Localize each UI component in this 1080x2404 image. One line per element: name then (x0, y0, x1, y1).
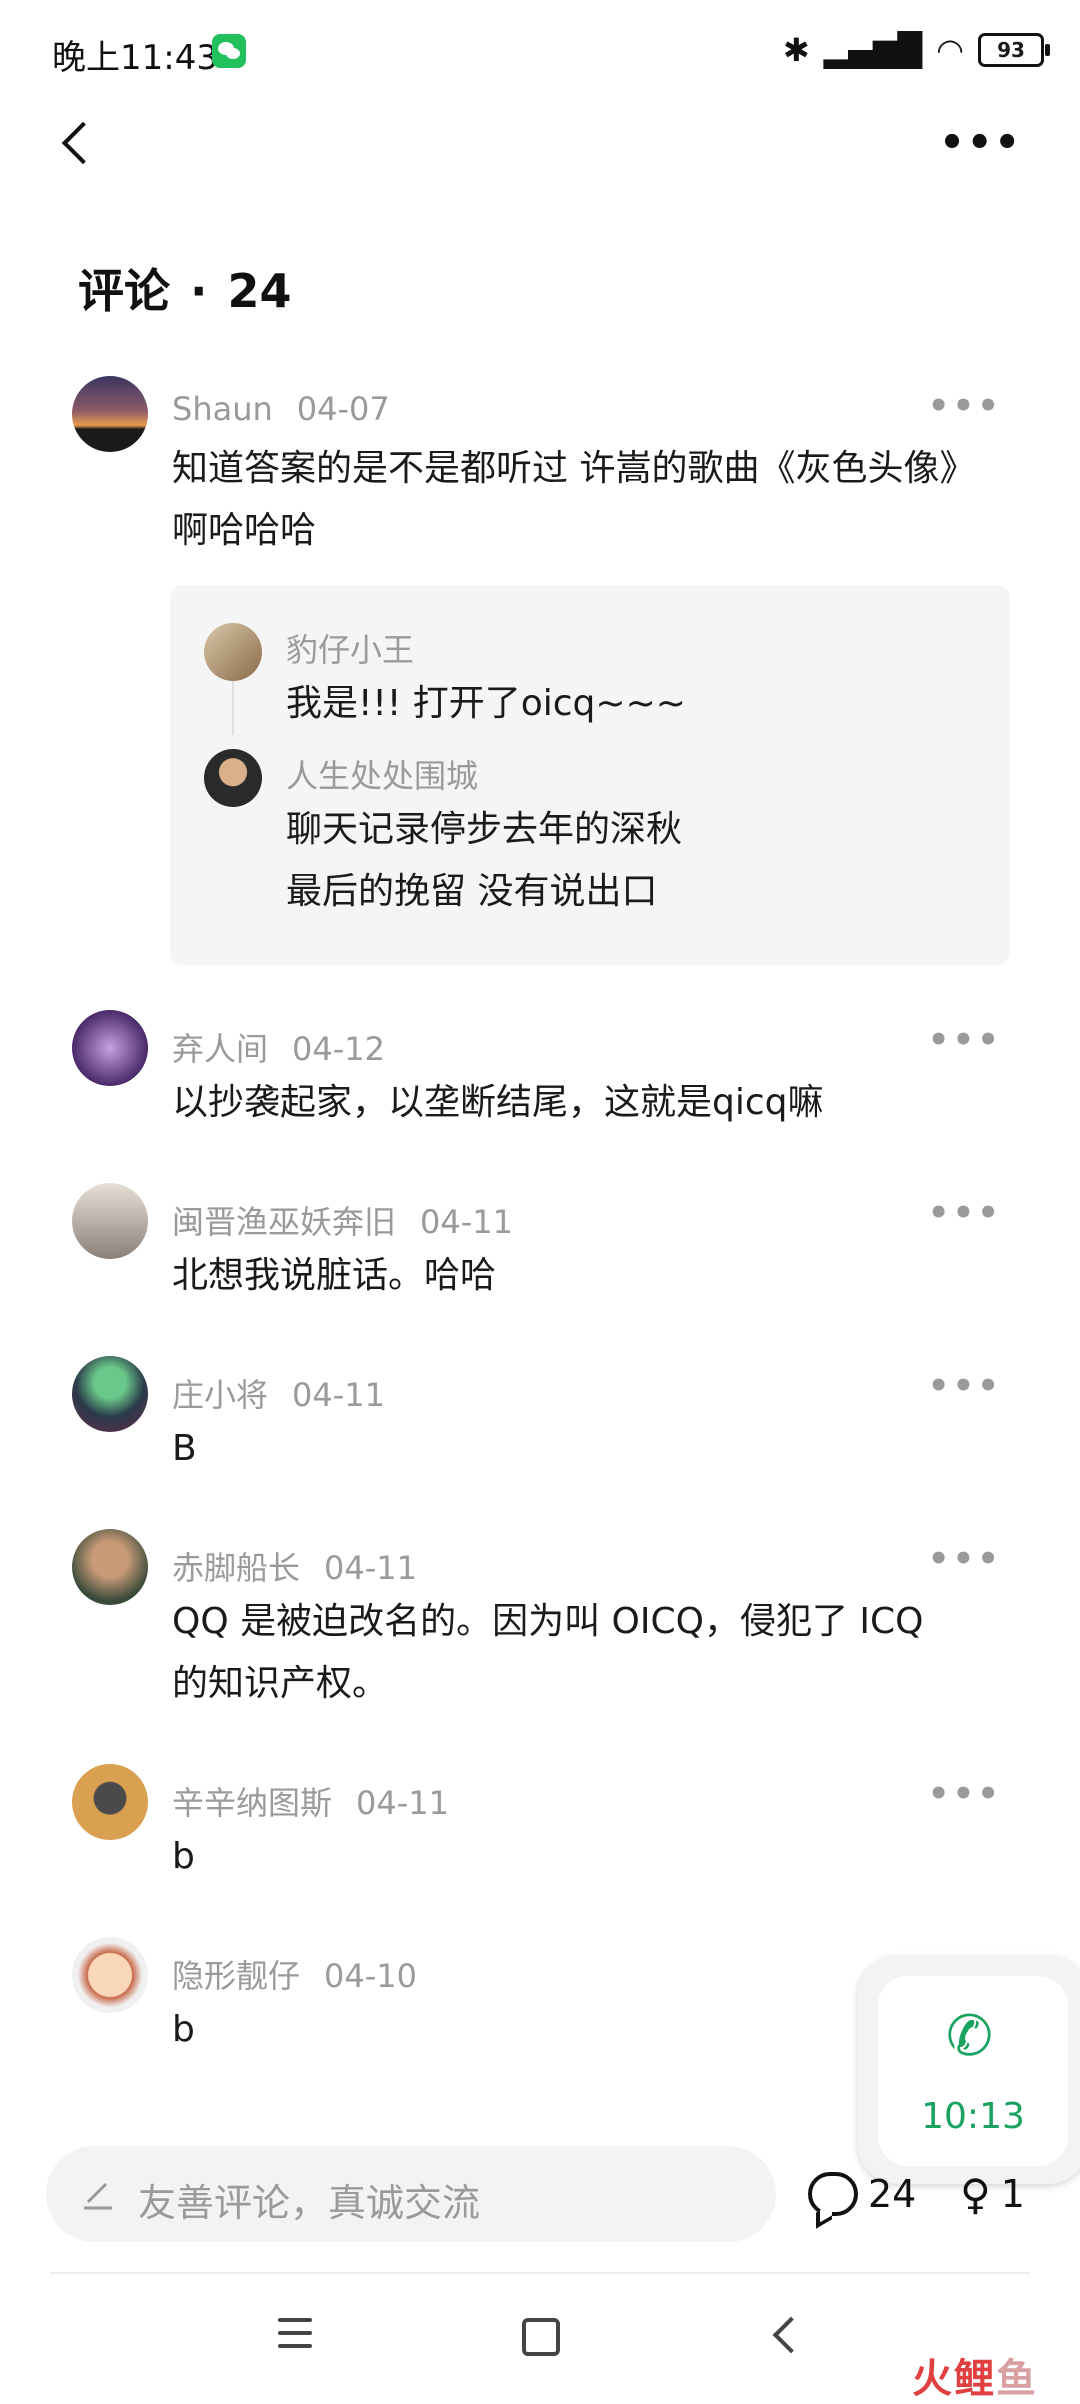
comment-user[interactable]: Shaun (172, 390, 273, 428)
reply-user[interactable]: 豹仔小王 (286, 625, 414, 671)
comment-date: 04-07 (296, 390, 390, 428)
lightbulb-icon: ♀ (960, 2169, 991, 2219)
comment-meta: 闽晋渔巫妖奔旧 04-11 (172, 1197, 513, 1243)
comments-count: 24 (227, 264, 292, 318)
comment-date: 04-11 (356, 1784, 449, 1822)
back-button[interactable] (54, 118, 105, 178)
comment-user[interactable]: 闽晋渔巫妖奔旧 (172, 1203, 396, 1241)
avatar[interactable] (72, 376, 148, 452)
wifi-icon: ◠ (936, 31, 964, 69)
more-options-button[interactable]: ••• (939, 123, 1022, 163)
bottom-divider (50, 2272, 1030, 2274)
like-button[interactable]: ♀ 1 (960, 2164, 1025, 2224)
status-time: 晚上11:43 (52, 38, 218, 78)
comment-date: 04-10 (324, 1957, 417, 1995)
comment-user[interactable]: 弃人间 (172, 1030, 268, 1068)
back-arrow-icon (61, 121, 105, 165)
comments-title: 评论 (78, 264, 170, 318)
comment-more-button[interactable]: ••• (928, 1539, 1002, 1579)
nav-recents-button[interactable] (278, 2318, 312, 2352)
comment-text: QQ 是被迫改名的。因为叫 OICQ，侵犯了 ICQ 的知识产权。 (172, 1601, 924, 1704)
comment-text: 以抄袭起家，以垄断结尾，这就是qicq嘛 (172, 1082, 824, 1123)
phone-icon: ✆ (946, 2004, 993, 2069)
comment-more-button[interactable]: ••• (928, 1366, 1002, 1406)
comment-user[interactable]: 赤脚船长 (172, 1549, 300, 1587)
comment-text: B (172, 1428, 197, 1469)
call-widget-inner: ✆ 10:13 (878, 1976, 1068, 2166)
comment-date: 04-12 (292, 1030, 385, 1068)
comment-meta: 隐形靓仔 04-10 (172, 1951, 417, 1997)
reply-text: 我是!!! 打开了oicq~~~ (286, 683, 686, 724)
avatar[interactable] (204, 623, 262, 681)
comment-input[interactable]: 友善评论，真诚交流 (46, 2146, 776, 2242)
comment-date: 04-11 (292, 1376, 385, 1414)
comment-count-label: 24 (868, 2172, 917, 2216)
comment-text: b (172, 1836, 195, 1877)
watermark-text-2: 鱼 (996, 2356, 1038, 2402)
comment-text: 北想我说脏话。哈哈 (172, 1255, 497, 1296)
floating-call-widget[interactable]: ✆ 10:13 (858, 1956, 1080, 2184)
avatar[interactable] (72, 1356, 148, 1432)
status-bar: 晚上11:43 ✱ ▂▄▆█ ◠ 93 (0, 0, 1080, 100)
comment-user[interactable]: 隐形靓仔 (172, 1957, 300, 1995)
comment-more-button[interactable]: ••• (928, 1774, 1002, 1814)
signal-icon: ▂▄▆█ (823, 31, 923, 69)
watermark-logo: 火鲤鱼 (912, 2346, 1038, 2404)
nav-home-button[interactable] (522, 2318, 560, 2356)
wechat-notification-icon (212, 34, 246, 68)
comments-header: 评论 · 24 (78, 255, 292, 321)
reply-user[interactable]: 人生处处围城 (286, 751, 478, 797)
comments-button[interactable]: 24 (808, 2164, 916, 2224)
avatar[interactable] (72, 1937, 148, 2013)
comment-date: 04-11 (324, 1549, 417, 1587)
watermark-text: 火鲤 (912, 2356, 996, 2402)
reply-text: 聊天记录停步去年的深秋 最后的挽留 没有说出口 (286, 809, 683, 912)
comment-meta: Shaun 04-07 (172, 390, 390, 428)
call-duration: 10:13 (921, 2096, 1025, 2137)
comment-meta: 赤脚船长 04-11 (172, 1543, 417, 1589)
pencil-icon (84, 2182, 112, 2210)
avatar[interactable] (72, 1010, 148, 1086)
comment-bubble-icon (808, 2172, 858, 2216)
comment-meta: 辛辛纳图斯 04-11 (172, 1778, 449, 1824)
comment-user[interactable]: 辛辛纳图斯 (172, 1784, 332, 1822)
nav-back-button[interactable] (772, 2316, 810, 2354)
comment-date: 04-11 (420, 1203, 513, 1241)
battery-indicator: 93 (978, 33, 1050, 67)
bluetooth-icon: ✱ (782, 31, 810, 69)
avatar[interactable] (204, 749, 262, 807)
comment-input-placeholder: 友善评论，真诚交流 (138, 2181, 481, 2225)
avatar[interactable] (72, 1764, 148, 1840)
comment-user[interactable]: 庄小将 (172, 1376, 268, 1414)
reply-thread[interactable]: 豹仔小王 我是!!! 打开了oicq~~~ 人生处处围城 聊天记录停步去年的深秋… (170, 585, 1010, 965)
like-count-label: 1 (1000, 2172, 1025, 2216)
comment-more-button[interactable]: ••• (928, 1193, 1002, 1233)
status-icons: ✱ ▂▄▆█ ◠ 93 (782, 28, 1050, 72)
comment-text: 知道答案的是不是都听过 许嵩的歌曲《灰色头像》 啊哈哈哈 (172, 448, 976, 551)
comment-more-button[interactable]: ••• (928, 1020, 1002, 1060)
title-separator: · (190, 264, 208, 318)
avatar[interactable] (72, 1183, 148, 1259)
comment-meta: 弃人间 04-12 (172, 1024, 385, 1070)
avatar[interactable] (72, 1529, 148, 1605)
comment-more-button[interactable]: ••• (928, 386, 1002, 426)
comment-meta: 庄小将 04-11 (172, 1370, 385, 1416)
